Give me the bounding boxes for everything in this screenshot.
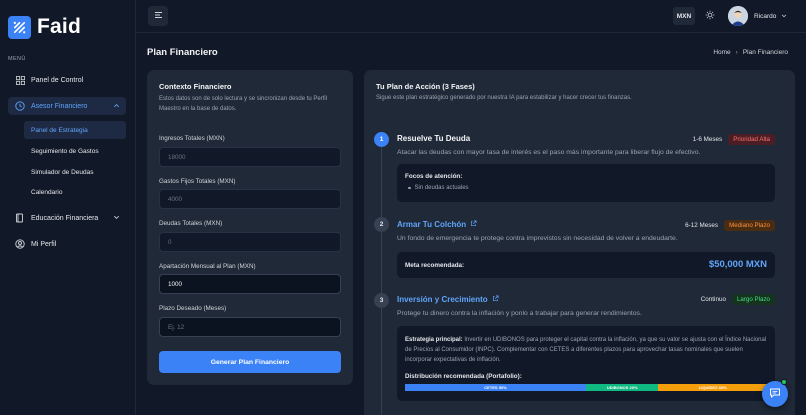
list-item: Sin deudas actuales [408, 185, 469, 191]
breadcrumb: Home › Plan Financiero [713, 49, 788, 56]
field-label: Ingresos Totales (MXN) [159, 135, 225, 142]
distribution-segment: CETES 50% [405, 384, 586, 391]
sidebar-item-educacion-financiera[interactable]: Educación Financiera [8, 209, 126, 227]
book-icon [13, 213, 27, 223]
brand-logo[interactable]: Faid [8, 15, 81, 39]
strategy-box: Estrategia principal: Invertir en UDIBON… [397, 326, 775, 401]
card-subtitle: Sigue este plan estratégico generado por… [376, 95, 632, 101]
phase-title-text: Inversión y Crecimiento [397, 295, 488, 304]
phase-description: Protege tu dinero contra la inflación y … [397, 310, 642, 317]
phase-duration: Continuo [700, 296, 726, 303]
external-link-icon [470, 220, 477, 229]
sidebar-item-panel-de-control[interactable]: Panel de Control [8, 71, 126, 89]
theme-toggle-button[interactable] [702, 8, 718, 24]
card-title: Tu Plan de Acción (3 Fases) [376, 82, 475, 91]
term-months-field[interactable]: Ej. 12 [159, 317, 341, 337]
focus-box: Focos de atención: Sin deudas actuales [397, 164, 775, 202]
menu-toggle-button[interactable] [148, 6, 168, 26]
phase-meta: 6-12 Meses Mediano Plazo [685, 220, 775, 231]
sidebar-subitem-panel-de-estrategia[interactable]: Panel de Estrategia [24, 121, 126, 139]
field-label: Plazo Deseado (Meses) [159, 305, 227, 312]
phase-number: 3 [374, 293, 389, 308]
phase-title-link[interactable]: Armar Tu Colchón [397, 220, 477, 229]
goal-value: $50,000 MXN [708, 259, 767, 270]
breadcrumb-home-link[interactable]: Home [713, 49, 730, 56]
goal-box: Meta recomendada: $50,000 MXN [397, 252, 775, 278]
sidebar-item-asesor-financiero[interactable]: Asesor Financiero [8, 97, 126, 115]
field-label: Apartación Mensual al Plan (MXN) [159, 263, 256, 270]
sun-icon [705, 10, 715, 22]
chat-icon [769, 387, 781, 401]
sidebar: Faid MENÚ Panel de Control Asesor Financ… [0, 0, 136, 415]
user-icon [13, 239, 27, 249]
focus-title: Focos de atención: [405, 173, 463, 180]
online-indicator [781, 379, 787, 385]
monthly-savings-field[interactable]: 1000 [159, 274, 341, 294]
external-link-icon [492, 295, 499, 304]
breadcrumb-current: Plan Financiero [742, 49, 788, 56]
page-title: Plan Financiero [147, 47, 218, 58]
phase-title-link[interactable]: Inversión y Crecimiento [397, 295, 499, 304]
sidebar-item-mi-perfil[interactable]: Mi Perfil [8, 235, 126, 253]
sidebar-item-label: Panel de Control [31, 76, 84, 84]
logo-icon [8, 15, 31, 39]
phase-meta: 1-6 Meses Prioridad Alta [693, 134, 775, 145]
field-label: Deudas Totales (MXN) [159, 220, 223, 227]
fixed-expenses-field: 4000 [159, 189, 341, 209]
phase-description: Atacar las deudas con mayor tasa de inte… [397, 149, 701, 156]
brand-name: Faid [37, 15, 81, 38]
sidebar-item-label: Mi Perfil [31, 240, 57, 248]
distribution-segment: LIQUIDEZ 30% [658, 384, 767, 391]
sidebar-item-label: Educación Financiera [31, 214, 99, 222]
focus-item-text: Sin deudas actuales [414, 185, 469, 191]
timeline-line [381, 140, 382, 415]
phase-title-text: Armar Tu Colchón [397, 220, 467, 229]
currency-selector[interactable]: MXN [673, 7, 695, 25]
phase-duration: 1-6 Meses [692, 136, 723, 143]
distribution-segment: UDIBONOS 20% [586, 384, 659, 391]
phase-title-text: Resuelve Tu Deuda [397, 134, 471, 143]
income-field: 18000 [159, 147, 341, 167]
sidebar-subitem-seguimiento-de-gastos[interactable]: Seguimiento de Gastos [24, 142, 126, 160]
card-title: Contexto Financiero [159, 82, 232, 91]
financial-context-card: Contexto Financiero Estos datos son de s… [147, 70, 353, 385]
sidebar-subitem-simulador-de-deudas[interactable]: Simulador de Deudas [24, 163, 126, 181]
priority-badge: Prioridad Alta [728, 134, 775, 145]
strategy-text: Estrategia principal: Invertir en UDIBON… [405, 335, 767, 365]
generate-plan-button[interactable]: Generar Plan Financiero [159, 351, 341, 373]
menu-icon [154, 11, 163, 21]
sidebar-item-label: Asesor Financiero [31, 102, 88, 110]
phase-meta: Continuo Largo Plazo [701, 294, 775, 305]
sidebar-subitem-calendario[interactable]: Calendario [24, 183, 126, 201]
chevron-up-icon [113, 102, 120, 111]
card-description: Estos datos son de solo lectura y se sin… [159, 96, 328, 112]
phase-duration: 6-12 Meses [685, 222, 719, 229]
priority-badge: Largo Plazo [731, 294, 775, 305]
strategy-label: Estrategia principal: [405, 337, 463, 343]
phase-title: Resuelve Tu Deuda [397, 134, 470, 143]
chevron-down-icon [113, 214, 120, 223]
distribution-label: Distribución recomendada (Portafolio): [405, 373, 522, 380]
action-plan-card: Tu Plan de Acción (3 Fases) Sigue este p… [364, 70, 795, 415]
grid-icon [13, 75, 27, 85]
debts-field: 0 [159, 232, 341, 252]
chevron-down-icon[interactable] [781, 13, 787, 21]
avatar[interactable] [728, 6, 748, 26]
phase-number: 1 [374, 132, 389, 147]
phase-number: 2 [374, 217, 389, 232]
field-label: Gastos Fijos Totales (MXN) [159, 178, 236, 185]
user-name: Ricardo [754, 13, 777, 20]
chevron-right-icon: › [735, 49, 738, 56]
topbar: MXN Ricardo [136, 0, 806, 33]
goal-label: Meta recomendada: [405, 262, 465, 269]
portfolio-distribution-bar: CETES 50% UDIBONOS 20% LIQUIDEZ 30% [405, 384, 767, 391]
clock-icon [13, 101, 27, 111]
phase-description: Un fondo de emergencia te protege contra… [397, 235, 678, 242]
menu-label: MENÚ [8, 56, 26, 62]
priority-badge: Mediano Plazo [724, 220, 775, 231]
bullet-icon [408, 186, 411, 190]
